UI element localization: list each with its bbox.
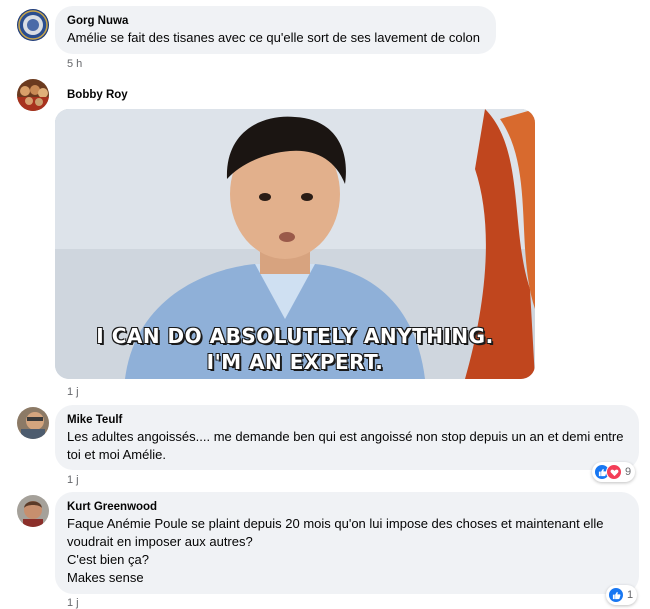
reaction-summary[interactable]: 9 [592,462,636,482]
avatar[interactable] [17,9,49,41]
comment-text: Les adultes angoissés.... me demande ben… [67,429,624,462]
reaction-summary[interactable]: 1 [606,585,638,605]
badge-emblem-icon [18,10,48,40]
comment-text: Amélie se fait des tisanes avec ce qu'el… [67,30,480,45]
comment-timestamp[interactable]: 5 h [67,58,82,70]
comment-author[interactable]: Mike Teulf [67,413,627,428]
comment-bubble: Kurt Greenwood Faque Anémie Poule se pla… [55,492,639,594]
comment-timestamp[interactable]: 1 j [67,386,79,398]
avatar[interactable] [17,495,49,527]
gif-caption-line-2: I'M AN EXPERT. [206,350,384,374]
avatar[interactable] [17,79,49,111]
person-photo-avatar [17,407,49,439]
love-reaction-icon [606,464,622,480]
reaction-count: 9 [625,466,632,478]
person-photo-avatar [17,495,49,527]
comment-timestamp[interactable]: 1 j [67,474,79,486]
like-reaction-icon [608,587,624,603]
comment-author[interactable]: Kurt Greenwood [67,500,627,515]
comment-author[interactable]: Gorg Nuwa [67,14,484,29]
group-photo-avatar [17,79,49,111]
comment-timestamp[interactable]: 1 j [67,597,79,609]
gif-caption-line-1: I CAN DO ABSOLUTELY ANYTHING. [96,324,494,348]
reaction-count: 1 [627,589,634,601]
comment-bubble: Gorg Nuwa Amélie se fait des tisanes ave… [55,6,496,54]
gif-attachment[interactable]: I CAN DO ABSOLUTELY ANYTHING. I'M AN EXP… [55,109,535,379]
comment-author[interactable]: Bobby Roy [67,88,128,103]
comment-text: Faque Anémie Poule se plaint depuis 20 m… [67,516,604,585]
avatar[interactable] [17,407,49,439]
comment-bubble: Mike Teulf Les adultes angoissés.... me … [55,405,639,470]
